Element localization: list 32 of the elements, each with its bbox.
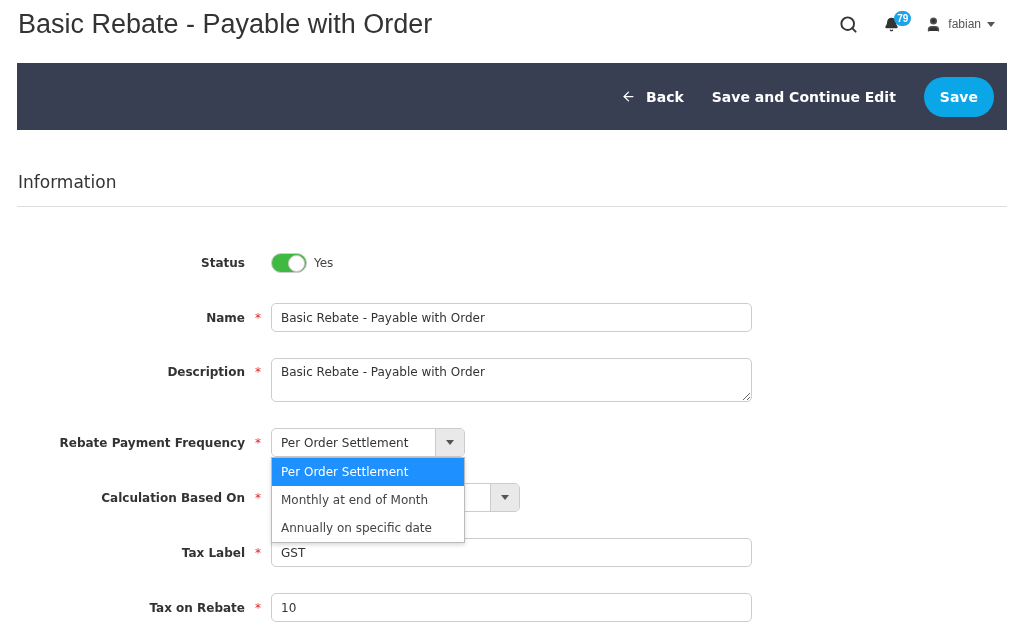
page-title: Basic Rebate - Payable with Order — [18, 8, 433, 40]
caret-icon — [446, 440, 454, 445]
select-field[interactable]: Per Order Settlement — [271, 428, 465, 457]
field-label: Description — [166, 364, 245, 379]
search-icon[interactable] — [839, 14, 859, 34]
textarea-field[interactable]: Basic Rebate - Payable with Order — [271, 358, 752, 402]
toggle-label: Yes — [314, 256, 334, 270]
required-asterisk: * — [254, 310, 262, 325]
field-label: Calculation Based On — [100, 490, 245, 505]
field-label: Rebate Payment Frequency — [58, 435, 245, 450]
required-asterisk: * — [254, 364, 262, 379]
dropdown-option[interactable]: Monthly at end of Month — [272, 486, 464, 514]
status-toggle[interactable] — [271, 253, 307, 273]
back-button[interactable]: Back — [621, 88, 684, 105]
caret-icon — [501, 495, 509, 500]
field-label: Tax on Rebate — [148, 600, 245, 615]
field-label: Name — [205, 310, 245, 325]
field-label: Tax Label — [180, 545, 245, 560]
user-menu[interactable]: fabian — [925, 15, 995, 33]
caret-icon — [987, 21, 995, 27]
required-asterisk: * — [254, 600, 262, 615]
required-asterisk: * — [254, 545, 262, 560]
input-field[interactable]: GST — [271, 538, 752, 567]
required-asterisk: * — [254, 490, 262, 505]
dropdown-option[interactable]: Annually on specific date — [272, 514, 464, 542]
input-field[interactable]: Basic Rebate - Payable with Order — [271, 303, 752, 332]
required-asterisk: * — [254, 435, 262, 450]
notification-count: 79 — [894, 10, 912, 26]
input-field[interactable]: 10 — [271, 593, 752, 622]
save-continue-button[interactable]: Save and Continue Edit — [711, 88, 896, 105]
section-title: Information — [17, 130, 1007, 207]
field-label: Status — [200, 256, 245, 270]
